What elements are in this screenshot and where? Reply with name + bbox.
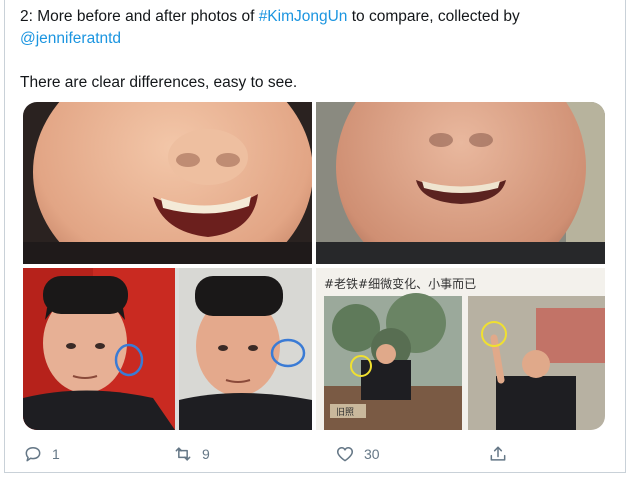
reply-icon — [25, 447, 41, 462]
share-icon — [490, 446, 506, 461]
tweet-text-line1: 2: More before and after photos of #KimJ… — [20, 6, 610, 50]
tweet-actions: 1 9 30 — [23, 440, 613, 468]
retweet-count: 9 — [202, 446, 210, 462]
media-grid: #老铁#细微变化、小事而已 旧照 — [23, 102, 605, 430]
mention-link[interactable]: @jenniferatntd — [20, 30, 121, 47]
share-button[interactable] — [488, 440, 508, 468]
photo4-caption: #老铁#细微变化、小事而已 — [324, 276, 476, 291]
tweet-text-line2: There are clear differences, easy to see… — [20, 74, 298, 91]
photo4-sign: 旧照 — [336, 407, 354, 418]
tweet-text-suffix: to compare, collected by — [347, 8, 520, 25]
reply-count: 1 — [52, 446, 60, 462]
photo-smile-before[interactable] — [23, 102, 312, 264]
like-count: 30 — [364, 446, 380, 462]
reply-button[interactable]: 1 — [23, 440, 60, 468]
photo-smile-after[interactable] — [316, 102, 605, 264]
retweet-icon — [175, 447, 191, 461]
photo-ear-comparison[interactable] — [23, 268, 312, 430]
tweet-text-prefix: 2: More before and after photos of — [20, 8, 259, 25]
hashtag-link[interactable]: #KimJongUn — [259, 8, 348, 25]
photo-wave-comparison[interactable]: #老铁#细微变化、小事而已 旧照 — [316, 268, 605, 430]
tweet-card: 2: More before and after photos of #KimJ… — [4, 0, 626, 473]
tweet-text: 2: More before and after photos of #KimJ… — [20, 6, 610, 94]
retweet-button[interactable]: 9 — [173, 440, 210, 468]
like-button[interactable]: 30 — [335, 440, 380, 468]
like-icon — [336, 447, 354, 462]
